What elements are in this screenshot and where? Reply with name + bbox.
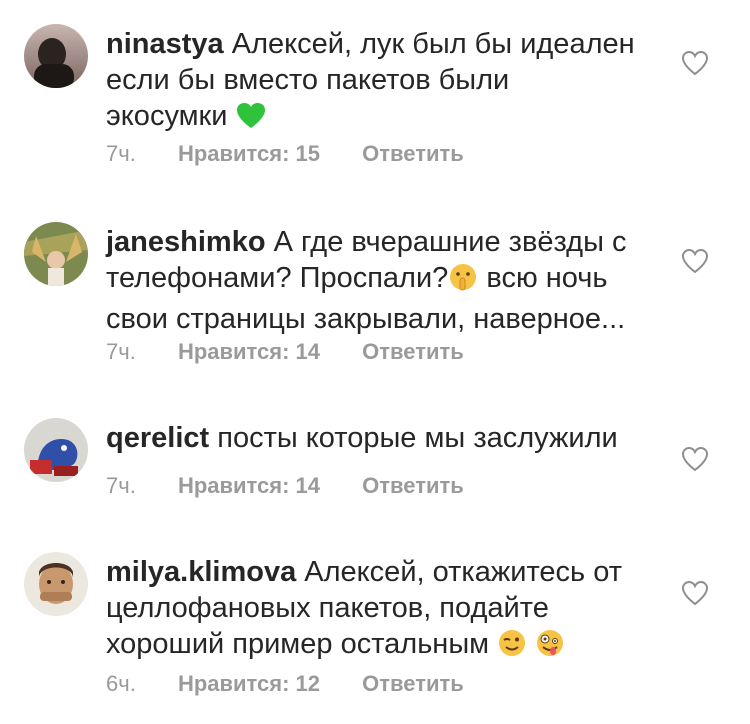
reply-button[interactable]: Ответить [362, 339, 464, 365]
likes-count[interactable]: Нравится: 14 [178, 339, 320, 365]
likes-count[interactable]: Нравится: 14 [178, 473, 320, 499]
timestamp: 7ч. [106, 339, 136, 365]
green-heart-emoji [236, 102, 266, 139]
comment-meta: 7ч. Нравится: 14 Ответить [106, 338, 464, 365]
comment-meta: 7ч. Нравится: 15 Ответить [106, 140, 464, 167]
heart-outline-icon[interactable] [681, 50, 709, 76]
timestamp: 7ч. [106, 473, 136, 499]
likes-count[interactable]: Нравится: 12 [178, 671, 320, 697]
timestamp: 6ч. [106, 671, 136, 697]
username[interactable]: ninastya [106, 28, 224, 60]
zany-face-emoji [535, 628, 565, 667]
comment-text: qerelict посты которые мы заслужили [106, 422, 618, 454]
avatar[interactable] [24, 24, 88, 88]
comment-text: ninastya Алексей, лук был бы идеален есл… [106, 26, 646, 139]
comment-meta: 7ч. Нравится: 14 Ответить [106, 472, 464, 499]
heart-outline-icon[interactable] [681, 580, 709, 606]
comment-meta: 6ч. Нравится: 12 Ответить [106, 670, 464, 697]
shushing-face-emoji [448, 262, 478, 301]
username[interactable]: milya.klimova [106, 556, 296, 588]
likes-count[interactable]: Нравится: 15 [178, 141, 320, 167]
reply-button[interactable]: Ответить [362, 473, 464, 499]
avatar[interactable] [24, 222, 88, 286]
avatar[interactable] [24, 418, 88, 482]
reply-button[interactable]: Ответить [362, 141, 464, 167]
username[interactable]: janeshimko [106, 226, 266, 258]
winking-face-emoji [497, 628, 527, 667]
avatar[interactable] [24, 552, 88, 616]
username[interactable]: qerelict [106, 422, 209, 454]
heart-outline-icon[interactable] [681, 446, 709, 472]
timestamp: 7ч. [106, 141, 136, 167]
comment-text: janeshimko А где вчерашние звёзды с теле… [106, 226, 627, 335]
reply-button[interactable]: Ответить [362, 671, 464, 697]
heart-outline-icon[interactable] [681, 248, 709, 274]
comment-text: milya.klimova Алексей, откажитесь от цел… [106, 554, 646, 667]
